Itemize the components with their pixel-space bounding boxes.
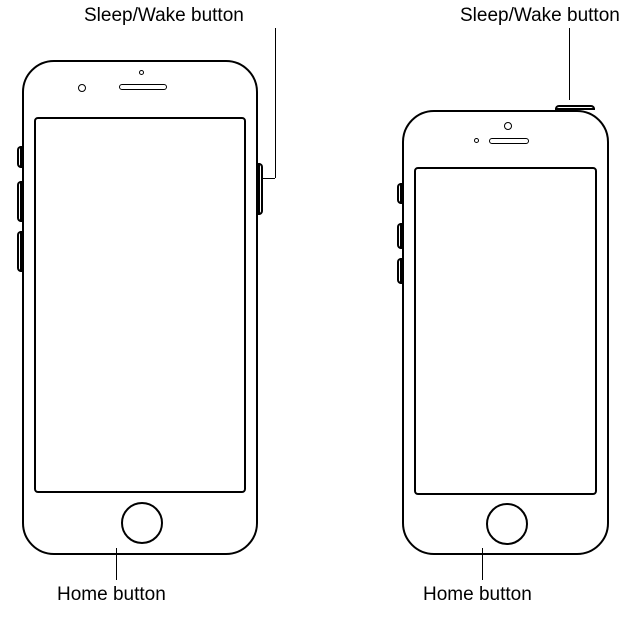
diagram-container: Sleep/Wake button Sleep/Wake button Home… [0,0,640,620]
label-home-right: Home button [423,584,532,606]
volume-down-right[interactable] [397,258,402,284]
mute-switch-left[interactable] [17,146,22,168]
label-sleep-wake-right: Sleep/Wake button [460,5,620,27]
leader-home-left-v [116,548,117,580]
leader-sleep-wake-right-v [569,28,570,100]
screen [414,167,597,495]
sensor-icon [78,84,86,92]
sleep-wake-button-left[interactable] [258,163,263,215]
iphone-left [22,60,258,555]
speaker-icon [489,138,529,144]
home-button-left[interactable] [121,502,163,544]
iphone-right [402,110,609,555]
screen [34,117,246,493]
home-button-right[interactable] [486,503,528,545]
label-home-left: Home button [57,584,166,606]
volume-up-left[interactable] [17,181,22,222]
leader-sleep-wake-left-v [275,28,276,178]
sleep-wake-button-right[interactable] [555,105,595,110]
leader-home-right-v [482,548,483,580]
volume-down-left[interactable] [17,231,22,272]
label-sleep-wake-left: Sleep/Wake button [84,5,244,27]
mute-switch-right[interactable] [397,183,402,204]
sensor-icon [504,122,512,130]
volume-up-right[interactable] [397,223,402,249]
speaker-icon [119,84,167,90]
front-camera-icon [139,70,144,75]
front-camera-icon [474,138,479,143]
